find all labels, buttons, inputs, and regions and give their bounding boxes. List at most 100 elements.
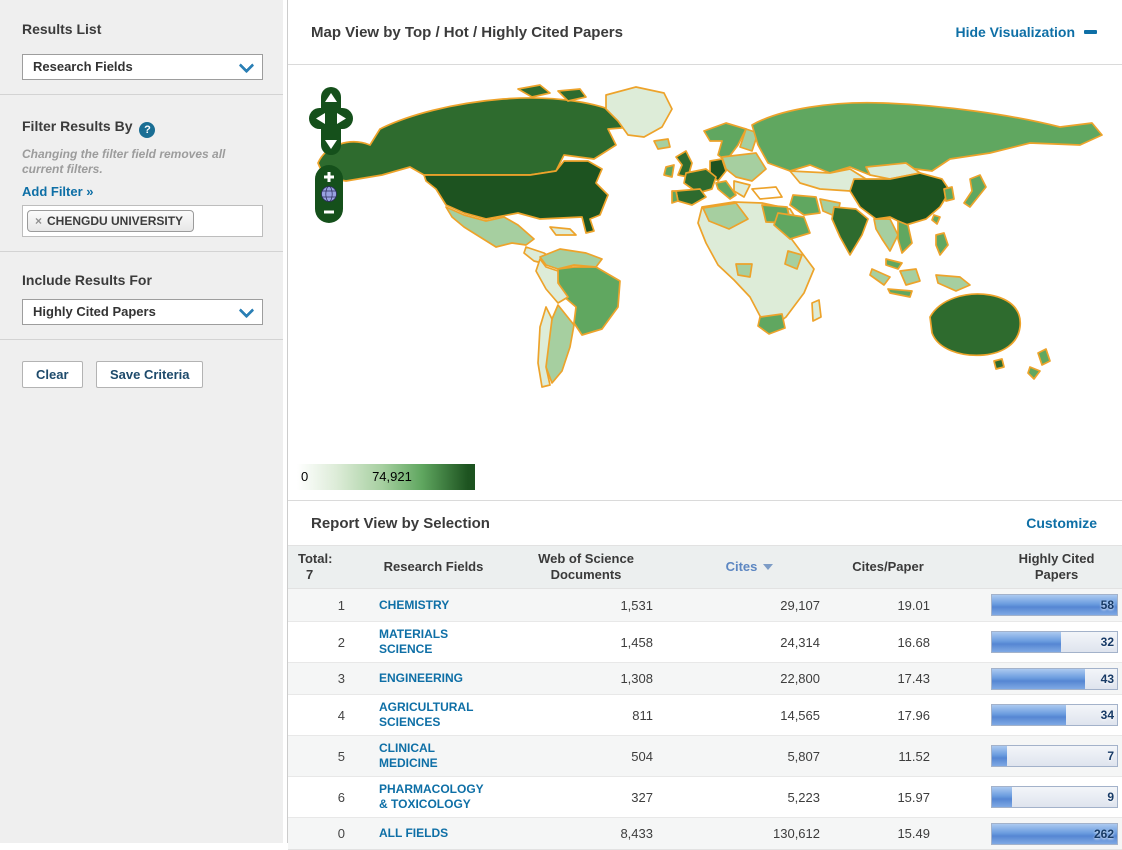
column-header-cites-per-paper[interactable]: Cites/Paper [833,554,943,580]
research-field-link[interactable]: ALL FIELDS [361,821,506,846]
row-cites-per-paper: 15.49 [833,826,943,841]
table-row: 4 AGRICULTURAL SCIENCES 811 14,565 17.96… [288,694,1122,735]
row-wos-documents: 1,531 [506,598,666,613]
map-region-malaysia [886,259,902,269]
globe-icon [322,187,337,202]
map-view-title: Map View by Top / Hot / Highly Cited Pap… [311,24,955,41]
results-list-section: Results List Research Fields [0,0,283,95]
row-cites: 22,800 [666,671,833,686]
map-region-madagascar [812,300,821,321]
row-cites: 5,223 [666,790,833,805]
row-highly-cited-cell: 7 [943,745,1122,767]
research-field-link[interactable]: MATERIALS SCIENCE [361,622,506,662]
include-results-dropdown[interactable]: Highly Cited Papers [22,299,263,325]
row-highly-cited-cell: 58 [943,594,1122,616]
world-map-area[interactable]: 0 74,921 [288,65,1122,500]
hide-visualization-link[interactable]: Hide Visualization [955,24,1097,40]
highly-cited-bar: 7 [991,745,1118,767]
highly-cited-value: 262 [992,824,1117,844]
results-list-selected: Research Fields [33,59,133,74]
map-region-ireland [664,165,674,177]
map-region-sumatra [870,269,890,285]
map-view-header: Map View by Top / Hot / Highly Cited Pap… [288,0,1122,65]
row-cites: 130,612 [666,826,833,841]
map-region-taiwan [932,215,940,224]
research-field-link[interactable]: CLINICAL MEDICINE [361,736,506,776]
map-region-arctic-islands [518,85,550,97]
filter-tag[interactable]: × CHENGDU UNIVERSITY [27,210,194,232]
research-field-link[interactable]: AGRICULTURAL SCIENCES [361,695,506,735]
row-rank: 5 [288,749,361,764]
row-rank: 2 [288,635,361,650]
map-region-iceland [654,139,670,149]
clear-button[interactable]: Clear [22,361,83,388]
map-region-portugal [672,191,678,203]
customize-link[interactable]: Customize [1026,515,1097,531]
map-region-russia [752,103,1102,175]
map-region-spain [676,189,706,205]
highly-cited-bar: 32 [991,631,1118,653]
column-header-highly-cited-papers[interactable]: Highly Cited Papers [943,546,1122,588]
save-criteria-button[interactable]: Save Criteria [96,361,204,388]
filter-tag-label: CHENGDU UNIVERSITY [47,214,183,228]
chevron-down-icon [239,58,255,74]
map-region-turkey [752,187,782,199]
map-pan-control[interactable] [309,87,353,155]
map-region-new-zealand [1038,349,1050,365]
report-view-title: Report View by Selection [311,515,1026,532]
column-header-cites[interactable]: Cites [666,554,833,580]
row-cites-per-paper: 17.43 [833,671,943,686]
row-cites-per-paper: 11.52 [833,749,943,764]
column-header-total: Total: 7 [288,546,361,588]
map-region-eastern-europe [722,153,766,181]
filter-section: Filter Results By? Changing the filter f… [0,95,283,252]
map-region-nigeria [736,264,752,277]
table-row: 0 ALL FIELDS 8,433 130,612 15.49 262 [288,817,1122,849]
report-rows: 1 CHEMISTRY 1,531 29,107 19.01 58 2 MATE… [288,589,1122,850]
legend-max-value: 74,921 [372,469,412,484]
row-cites-per-paper: 17.96 [833,708,943,723]
row-rank: 1 [288,598,361,613]
remove-filter-icon[interactable]: × [35,214,42,228]
row-wos-documents: 811 [506,708,666,723]
table-row: 3 ENGINEERING 1,308 22,800 17.43 43 [288,662,1122,694]
highly-cited-value: 9 [992,787,1117,807]
chevron-down-icon [239,303,255,319]
results-list-dropdown[interactable]: Research Fields [22,54,263,80]
highly-cited-bar: 58 [991,594,1118,616]
row-cites: 5,807 [666,749,833,764]
map-region-philippines [936,233,948,255]
row-cites-per-paper: 15.97 [833,790,943,805]
choropleth-world-map[interactable] [288,65,1122,500]
map-region-thailand [874,219,898,251]
column-header-wos-documents[interactable]: Web of Science Documents [506,546,666,588]
map-region-south-america-north [540,249,602,269]
include-results-selected: Highly Cited Papers [33,304,156,319]
highly-cited-value: 32 [992,632,1117,652]
table-header-row: Total: 7 Research Fields Web of Science … [288,545,1122,589]
row-wos-documents: 327 [506,790,666,805]
research-field-link[interactable]: PHARMACOLOGY & TOXICOLOGY [361,777,506,817]
help-icon[interactable]: ? [139,122,155,138]
highly-cited-value: 43 [992,669,1117,689]
table-row: 6 PHARMACOLOGY & TOXICOLOGY 327 5,223 15… [288,776,1122,817]
row-rank: 6 [288,790,361,805]
column-header-research-fields[interactable]: Research Fields [361,554,506,580]
map-legend: 0 74,921 [297,464,475,490]
main-panel: Map View by Top / Hot / Highly Cited Pap… [287,0,1122,843]
map-zoom-control[interactable] [315,165,343,223]
row-highly-cited-cell: 262 [943,823,1122,845]
map-region-south-korea [944,187,954,201]
add-filter-link[interactable]: Add Filter » [22,184,94,199]
row-wos-documents: 1,308 [506,671,666,686]
research-field-link[interactable]: ENGINEERING [361,666,506,691]
minus-icon [1084,30,1097,34]
highly-cited-bar: 262 [991,823,1118,845]
map-region-japan [964,175,986,207]
row-wos-documents: 504 [506,749,666,764]
include-results-heading: Include Results For [22,252,263,288]
results-list-heading: Results List [22,0,263,37]
research-field-link[interactable]: CHEMISTRY [361,593,506,618]
include-results-section: Include Results For Highly Cited Papers [0,252,283,340]
row-cites: 14,565 [666,708,833,723]
